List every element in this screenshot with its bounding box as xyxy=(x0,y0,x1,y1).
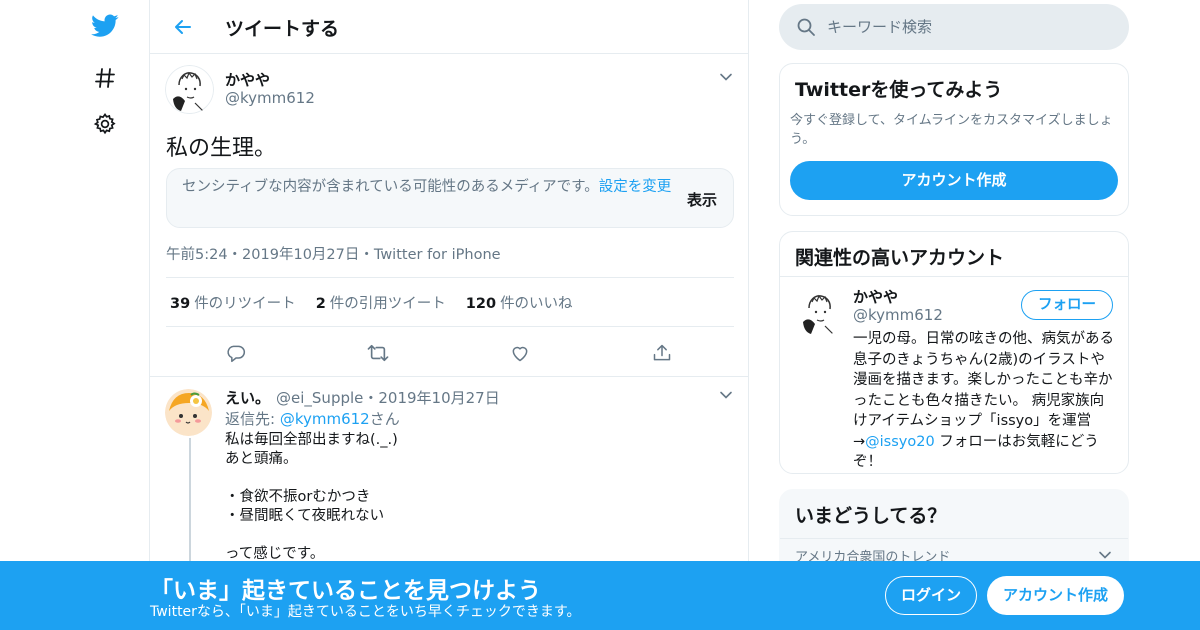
reply-author-handle[interactable]: @ei_Supple・2019年10月27日 xyxy=(276,389,500,407)
chevron-down-icon[interactable] xyxy=(718,69,734,85)
quote-tweet-count[interactable]: 2 件の引用ツイート xyxy=(316,292,446,313)
page-title: ツイートする xyxy=(225,18,340,40)
tweet-timestamp[interactable]: 午前5:24・2019年10月27日・Twitter for iPhone xyxy=(166,243,501,264)
sensitive-notice-message: センシティブな内容が含まれている可能性のあるメディアです。 xyxy=(182,179,599,195)
related-accounts-card: 関連性の高いアカウント かやや @kymm612 フォロー 一児の母。日常の呟き… xyxy=(779,231,1129,474)
author-name[interactable]: かやや xyxy=(225,69,270,90)
author-handle[interactable]: @kymm612 xyxy=(225,89,315,107)
related-avatar[interactable] xyxy=(795,288,844,337)
replying-to-suffix: さん xyxy=(369,410,400,428)
hashtag-icon[interactable] xyxy=(90,63,120,93)
reply-chevron-down-icon[interactable] xyxy=(718,387,734,403)
divider xyxy=(780,538,1128,539)
reply-author-name[interactable]: えい。 xyxy=(225,389,270,407)
related-account-bio: 一児の母。日常の呟きの他、病気がある息子のきょうちゃん(2歳)のイラストや漫画を… xyxy=(853,329,1117,473)
back-arrow-icon[interactable] xyxy=(168,12,198,42)
reply-avatar[interactable] xyxy=(165,389,212,436)
search-input[interactable] xyxy=(827,12,1107,42)
follow-button[interactable]: フォロー xyxy=(1021,290,1113,320)
signup-card-subtitle: 今すぐ登録して、タイムラインをカスタマイズしましょう。 xyxy=(790,113,1113,147)
like-heart-icon[interactable] xyxy=(507,340,533,366)
create-account-button[interactable]: アカウント作成 xyxy=(790,161,1118,200)
signup-card: Twitterを使ってみよう 今すぐ登録して、タイムラインをカスタマイズしましょ… xyxy=(779,63,1129,216)
tweet-text: 私の生理。 xyxy=(166,136,277,161)
sensitive-media-notice: センシティブな内容が含まれている可能性のあるメディアです。設定を変更 表示 xyxy=(166,168,734,228)
tweet-actions xyxy=(150,340,750,366)
bottom-bar-title: 「いま」起きていることを見つけよう xyxy=(150,578,541,604)
related-card-title: 関連性の高いアカウント xyxy=(795,247,1005,269)
main-tweet: かやや @kymm612 私の生理。 センシティブな内容が含まれている可能性のあ… xyxy=(150,54,748,377)
sensitive-notice-text: センシティブな内容が含まれている可能性のあるメディアです。設定を変更 xyxy=(182,178,672,197)
bottom-signup-bar: 「いま」起きていることを見つけよう Twitterなら、「いま」起きていることを… xyxy=(0,561,1200,630)
settings-gear-icon[interactable] xyxy=(90,109,120,139)
like-count-label: 件のいいね xyxy=(500,295,573,312)
page: ツイートする かやや @kymm612 私の生理。 センシティブな内容が含まれて… xyxy=(0,0,1200,630)
twitter-bird-icon[interactable] xyxy=(90,11,120,41)
avatar[interactable] xyxy=(165,65,214,114)
main-column: ツイートする かやや @kymm612 私の生理。 センシティブな内容が含まれて… xyxy=(149,0,749,630)
like-count-value: 120 xyxy=(465,295,497,312)
replying-to-prefix: 返信先: xyxy=(225,410,280,428)
replying-to: 返信先: @kymm612さん xyxy=(225,408,400,429)
signup-button[interactable]: アカウント作成 xyxy=(987,576,1124,615)
retweet-icon[interactable] xyxy=(365,340,391,366)
search-icon xyxy=(796,17,816,37)
share-icon[interactable] xyxy=(649,340,675,366)
search-box xyxy=(779,4,1129,50)
like-count[interactable]: 120 件のいいね xyxy=(466,292,573,313)
reply-header: えい。 @ei_Supple・2019年10月27日 xyxy=(225,387,500,408)
reply-text: 私は毎回全部出ますね(._.) あと頭痛。 ・食欲不振orむかつき ・昼間眠くて… xyxy=(225,432,398,562)
tweet-stats: 39 件のリツイート 2 件の引用ツイート 120 件のいいね xyxy=(166,277,734,327)
change-settings-link[interactable]: 設定を変更 xyxy=(599,179,672,195)
page-header: ツイートする xyxy=(150,0,748,54)
left-navigation xyxy=(0,0,150,630)
divider xyxy=(780,276,1128,277)
related-account-name[interactable]: かやや xyxy=(853,286,898,307)
reply-tweet: えい。 @ei_Supple・2019年10月27日 返信先: @kymm612さ… xyxy=(150,377,748,630)
retweet-count-value: 39 xyxy=(170,295,191,312)
replying-to-link[interactable]: @kymm612 xyxy=(280,410,370,428)
bottom-bar-subtitle: Twitterなら、「いま」起きていることをいち早くチェックできます。 xyxy=(150,604,581,620)
quote-count-label: 件の引用ツイート xyxy=(329,295,446,312)
related-account-handle[interactable]: @kymm612 xyxy=(853,306,943,324)
retweet-count[interactable]: 39 件のリツイート xyxy=(170,292,296,313)
bio-mention-link[interactable]: @issyo20 xyxy=(865,434,935,450)
bio-text: 一児の母。日常の呟きの他、病気がある息子のきょうちゃん(2歳)のイラストや漫画を… xyxy=(853,331,1114,450)
reply-icon[interactable] xyxy=(223,340,249,366)
signup-card-title: Twitterを使ってみよう xyxy=(795,79,1003,101)
quote-count-value: 2 xyxy=(315,295,326,312)
show-media-button[interactable]: 表示 xyxy=(687,189,717,210)
login-button[interactable]: ログイン xyxy=(885,576,977,615)
trends-card-title: いまどうしてる？ xyxy=(795,505,947,527)
retweet-count-label: 件のリツイート xyxy=(194,295,296,312)
